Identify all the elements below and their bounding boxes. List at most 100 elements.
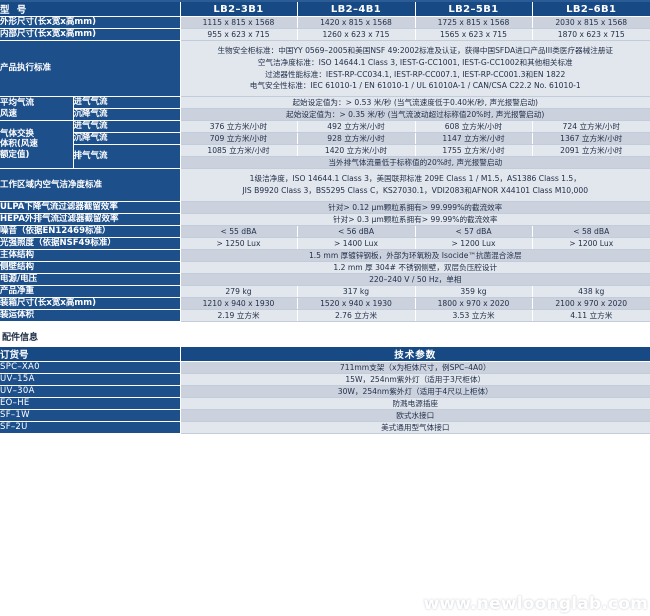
table-row: EO–HE 防溅电源插座 <box>0 397 650 410</box>
illumination-2: > 1200 Lux <box>415 237 533 250</box>
gas-inflow-0: 376 立方米/小时 <box>180 120 298 134</box>
model-header-1: LB2–4B1 <box>297 2 416 17</box>
standard-line: 过滤器性能标准：IEST-RP-CC034.1, IEST-RP-CC007.1… <box>265 69 566 79</box>
group-label-gas-exchange: 气体交换 体积(风速 额定值) <box>0 120 74 170</box>
model-header-0: LB2–3B1 <box>180 2 298 17</box>
product-standards-cell: 生物安全柜标准：中国YY 0569–2005和美国NSF 49:2002标准及认… <box>180 40 650 98</box>
cleanliness-cell: 1级洁净度，ISO 14644.1 Class 3，美国联邦标准 209E Cl… <box>180 168 650 202</box>
row-label-exterior-size: 外形尺寸(长x宽x高mm) <box>0 16 181 29</box>
accessories-title: 配件信息 <box>2 332 39 343</box>
group-label-airflow-velocity: 平均气流 风速 <box>0 96 74 122</box>
ulpa-efficiency-value: 针对> 0.12 μm颗粒系拥有> 99.999%的截流效率 <box>180 201 650 214</box>
row-label-downflow-velocity: 沉降气流 <box>73 108 181 122</box>
interior-size-2: 1565 x 623 x 715 <box>415 28 533 41</box>
exterior-size-3: 2030 x 815 x 1568 <box>532 16 650 29</box>
body-structure-value: 1.5 mm 厚镀锌钢板，外部为环氧粉及 Isocide™抗菌混合涂层 <box>180 249 650 262</box>
inflow-velocity-value: 起始设定值为：> 0.53 米/秒 (当气流速度低于0.40米/秒, 声光报警启… <box>180 96 650 110</box>
packing-size-3: 2100 x 970 x 2020 <box>532 297 650 310</box>
gas-exhaust-alarm-note: 当外排气体流量低于标称值的20%时, 声光报警启动 <box>180 156 650 170</box>
table-row: 侧壁结构 1.2 mm 厚 304# 不锈钢侧壁，双层负压腔设计 <box>0 261 650 274</box>
net-weight-1: 317 kg <box>297 285 416 298</box>
shipping-volume-3: 4.11 立方米 <box>532 309 650 322</box>
side-wall-value: 1.2 mm 厚 304# 不锈钢侧壁，双层负压腔设计 <box>180 261 650 274</box>
table-row: 装运体积 2.19 立方米 2.76 立方米 3.53 立方米 4.11 立方米 <box>0 309 650 322</box>
accessory-code: UV–30A <box>0 385 181 398</box>
accessory-spec: 711mm支架（x为柜体尺寸，例SPC–4A0） <box>180 361 650 374</box>
downflow-velocity-value: 起始设定值为：> 0.35 米/秒 (当气流波动超过标称值20%时, 声光报警启… <box>180 108 650 122</box>
accessories-header-code: 订货号 <box>0 346 181 362</box>
accessories-header-spec: 技术参数 <box>180 346 650 362</box>
packing-size-0: 1210 x 940 x 1930 <box>180 297 298 310</box>
shipping-volume-1: 2.76 立方米 <box>297 309 416 322</box>
table-row: 电源/电压 220–240 V / 50 Hz，单相 <box>0 273 650 286</box>
power-value: 220–240 V / 50 Hz，单相 <box>180 273 650 286</box>
row-label-packing-size: 装箱尺寸(长x宽x高mm) <box>0 297 181 310</box>
row-label-illumination: 光强照度（依据NSF49标准） <box>0 237 181 250</box>
net-weight-0: 279 kg <box>180 285 298 298</box>
gas-downflow-0: 709 立方米/小时 <box>180 132 298 146</box>
accessory-spec: 15W，254nm紫外灯（适用于3尺柜体） <box>180 373 650 386</box>
airflow-velocity-line2: 风速 <box>0 108 18 119</box>
row-label-product-standards: 产品执行标准 <box>0 40 181 98</box>
airflow-velocity-line1: 平均气流 <box>0 97 35 108</box>
cleanliness-line: JIS B9920 Class 3，BS5295 Class C，KS27030… <box>242 185 589 195</box>
gas-exchange-line2: 体积(风速 <box>0 139 38 150</box>
row-label-gas-downflow: 沉降气流 <box>73 132 181 146</box>
cleanliness-line: 1级洁净度，ISO 14644.1 Class 3，美国联邦标准 209E Cl… <box>249 174 581 184</box>
table-row: 沉降气流 709 立方米/小时 928 立方米/小时 1147 立方米/小时 1… <box>0 132 650 146</box>
noise-1: < 56 dBA <box>297 225 416 238</box>
row-label-noise: 噪音（依据EN12469标准） <box>0 225 181 238</box>
packing-size-2: 1800 x 970 x 2020 <box>415 297 533 310</box>
row-label-gas-inflow: 进气气流 <box>73 120 181 134</box>
table-row: 光强照度（依据NSF49标准） > 1250 Lux > 1400 Lux > … <box>0 237 650 250</box>
table-row: SPC–XA0 711mm支架（x为柜体尺寸，例SPC–4A0） <box>0 361 650 374</box>
row-label-hepa-efficiency: HEPA外排气流过滤器截留效率 <box>0 213 181 226</box>
table-row: 外形尺寸(长x宽x高mm) 1115 x 815 x 1568 1420 x 8… <box>0 16 650 29</box>
accessory-code: SF–1W <box>0 409 181 422</box>
gas-exhaust-2: 1755 立方米/小时 <box>415 144 533 158</box>
row-label-shipping-volume: 装运体积 <box>0 309 181 322</box>
interior-size-0: 955 x 623 x 715 <box>180 28 298 41</box>
table-row: 装箱尺寸(长x宽x高mm) 1210 x 940 x 1930 1520 x 9… <box>0 297 650 310</box>
site-watermark: www.newloonglab.com <box>423 594 648 614</box>
table-row: 排气气流 1085 立方米/小时 1420 立方米/小时 1755 立方米/小时… <box>0 144 650 170</box>
gas-exhaust-1: 1420 立方米/小时 <box>297 144 416 158</box>
accessory-code: SPC–XA0 <box>0 361 181 374</box>
gas-inflow-1: 492 立方米/小时 <box>297 120 416 134</box>
gas-inflow-2: 608 立方米/小时 <box>415 120 533 134</box>
accessories-header-row: 订货号 技术参数 <box>0 346 650 362</box>
accessory-spec: 美式通用型气体接口 <box>180 421 650 434</box>
model-header-label: 型 号 <box>0 2 181 17</box>
table-row: 产品执行标准 生物安全柜标准：中国YY 0569–2005和美国NSF 49:2… <box>0 40 650 98</box>
accessory-code: UV–15A <box>0 373 181 386</box>
gas-downflow-2: 1147 立方米/小时 <box>415 132 533 146</box>
illumination-0: > 1250 Lux <box>180 237 298 250</box>
model-header-2: LB2–5B1 <box>415 2 533 17</box>
table-row: 产品净重 279 kg 317 kg 359 kg 438 kg <box>0 285 650 298</box>
exterior-size-2: 1725 x 815 x 1568 <box>415 16 533 29</box>
row-label-cleanliness: 工作区域内空气洁净度标准 <box>0 168 181 202</box>
gas-exhaust-0: 1085 立方米/小时 <box>180 144 298 158</box>
hepa-efficiency-value: 针对> 0.3 μm颗粒系拥有> 99.99%的截流效率 <box>180 213 650 226</box>
row-label-gas-exhaust: 排气气流 <box>73 144 181 170</box>
table-row: UV–15A 15W，254nm紫外灯（适用于3尺柜体） <box>0 373 650 386</box>
accessory-spec: 30W，254nm紫外灯（适用于4尺以上柜体） <box>180 385 650 398</box>
accessory-spec: 防溅电源插座 <box>180 397 650 410</box>
table-row: HEPA外排气流过滤器截留效率 针对> 0.3 μm颗粒系拥有> 99.99%的… <box>0 213 650 226</box>
gas-downflow-3: 1367 立方米/小时 <box>532 132 650 146</box>
shipping-volume-2: 3.53 立方米 <box>415 309 533 322</box>
table-row: 主体结构 1.5 mm 厚镀锌钢板，外部为环氧粉及 Isocide™抗菌混合涂层 <box>0 249 650 262</box>
row-label-power: 电源/电压 <box>0 273 181 286</box>
table-row: SF–1W 欧式水接口 <box>0 409 650 422</box>
standard-line: 生物安全柜标准：中国YY 0569–2005和美国NSF 49:2002标准及认… <box>217 46 614 55</box>
net-weight-2: 359 kg <box>415 285 533 298</box>
standard-line: 空气洁净度标准：ISO 14644.1 Class 3, IEST-G-CC10… <box>257 57 573 67</box>
gas-exchange-line1: 气体交换 <box>0 128 35 139</box>
accessory-code: EO–HE <box>0 397 181 410</box>
gas-exchange-line3: 额定值) <box>0 149 30 160</box>
packing-size-1: 1520 x 940 x 1930 <box>297 297 416 310</box>
standard-line: 电气安全性标准：IEC 61010-1 / EN 61010-1 / UL 61… <box>249 81 581 91</box>
model-header-row: 型 号 LB2–3B1 LB2–4B1 LB2–5B1 LB2–6B1 <box>0 2 650 17</box>
table-row: 工作区域内空气洁净度标准 1级洁净度，ISO 14644.1 Class 3，美… <box>0 168 650 202</box>
accessory-spec: 欧式水接口 <box>180 409 650 422</box>
